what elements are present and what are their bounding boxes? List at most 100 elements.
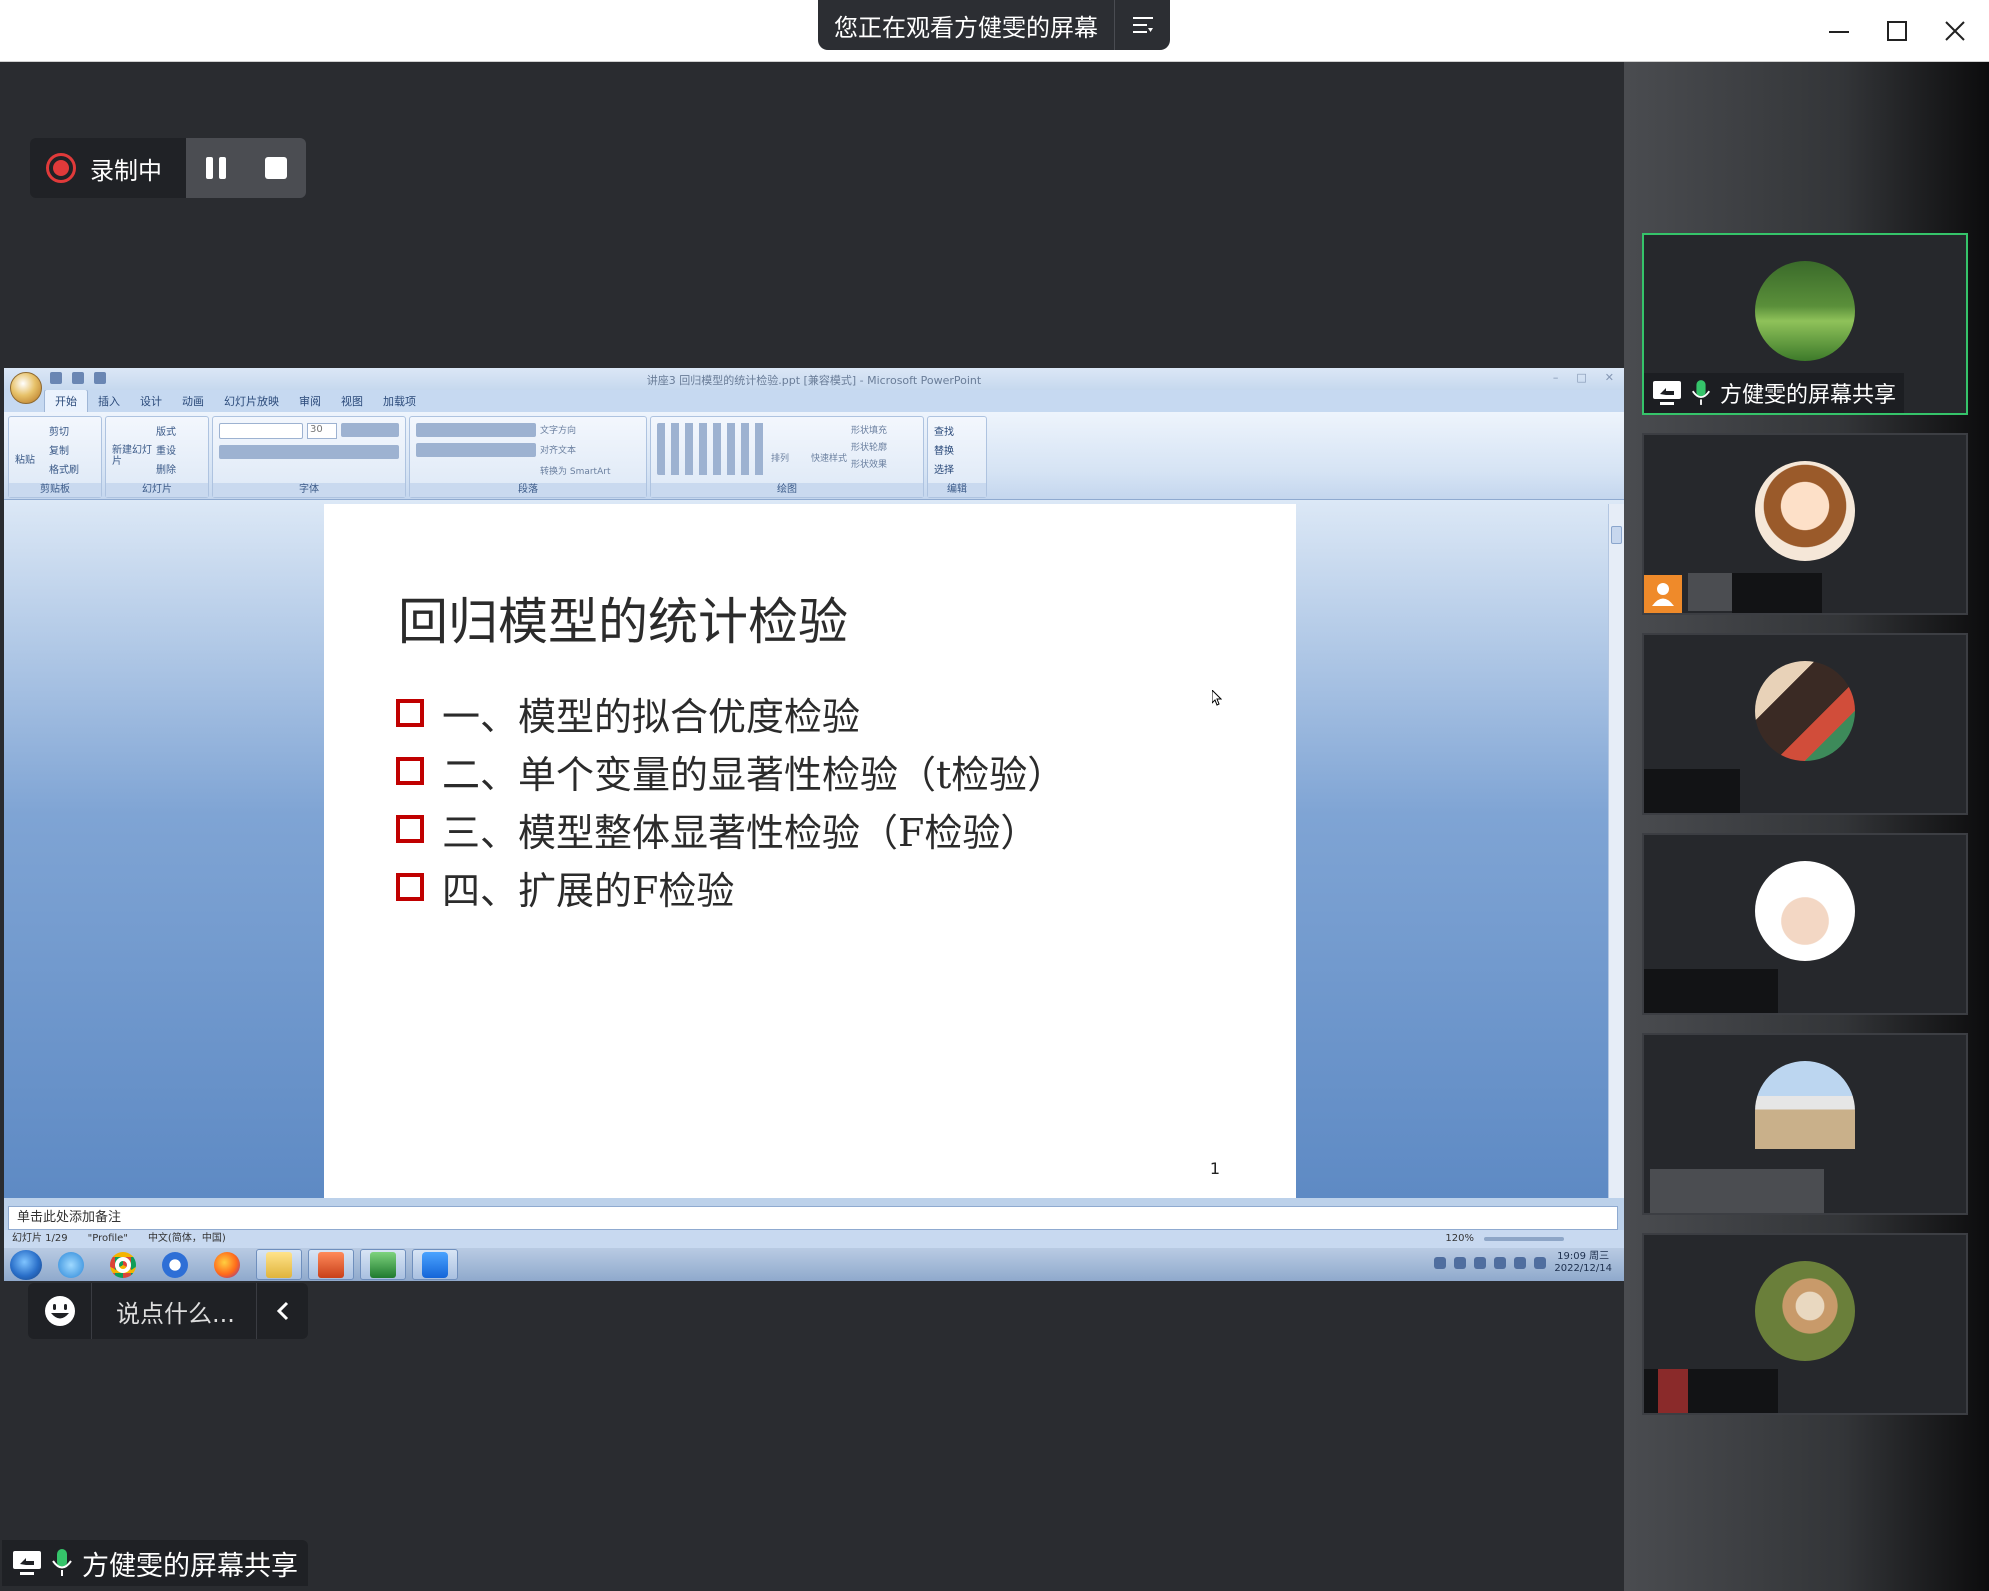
tray-icon[interactable]: [1434, 1257, 1447, 1269]
stop-recording-button[interactable]: [246, 138, 306, 198]
align-text-button[interactable]: 对齐文本: [540, 443, 640, 459]
taskbar-app[interactable]: [152, 1249, 198, 1280]
taskbar-app[interactable]: [308, 1249, 354, 1280]
font-grow-shrink-icons[interactable]: [341, 423, 399, 437]
ribbon-tab[interactable]: 幻灯片放映: [214, 390, 289, 412]
cut-button[interactable]: 剪切: [49, 423, 95, 438]
person-icon: [1644, 575, 1682, 613]
microphone-icon: [1691, 380, 1711, 405]
pause-recording-button[interactable]: [186, 138, 246, 198]
square-bullet-icon: [396, 757, 424, 785]
bullet-text: 二、单个变量的显著性检验（t检验）: [442, 752, 1066, 797]
sharer-label: 方健雯的屏幕共享: [2, 1540, 308, 1586]
chevron-left-icon: [276, 1301, 288, 1321]
participant-tile[interactable]: [1642, 833, 1968, 1015]
banner-menu-button[interactable]: [1114, 0, 1170, 50]
minimize-button[interactable]: [1822, 14, 1856, 48]
pp-minimize-icon[interactable]: –: [1553, 371, 1559, 384]
ribbon-tab[interactable]: 设计: [130, 390, 172, 412]
select-button[interactable]: 选择: [934, 461, 980, 476]
replace-button[interactable]: 替换: [934, 442, 980, 457]
ribbon-tab[interactable]: 插入: [88, 390, 130, 412]
ribbon-group-label: 段落: [410, 483, 646, 497]
font-size-select[interactable]: 30: [307, 423, 337, 439]
pp-maximize-icon[interactable]: □: [1576, 371, 1586, 384]
menu-icon: [1132, 17, 1153, 33]
delete-button[interactable]: 删除: [156, 461, 202, 476]
text-direction-button[interactable]: 文字方向: [540, 423, 640, 439]
participant-name-tag: 方健雯的屏幕共享: [1644, 373, 1905, 413]
participant-tile[interactable]: 方健雯的屏幕共享: [1642, 233, 1968, 415]
participant-tile[interactable]: [1642, 1233, 1968, 1415]
notes-pane[interactable]: 单击此处添加备注: [8, 1206, 1618, 1230]
excel-icon: [370, 1251, 396, 1278]
system-clock[interactable]: 19:09 周三 2022/12/14: [1554, 1251, 1612, 1275]
ribbon-tab[interactable]: 视图: [331, 390, 373, 412]
tray-icon[interactable]: [1454, 1257, 1467, 1269]
taskbar-app[interactable]: [412, 1249, 458, 1280]
close-button[interactable]: [1938, 14, 1972, 48]
office-button[interactable]: [10, 372, 42, 404]
slide-vertical-scrollbar[interactable]: [1608, 504, 1624, 1198]
maximize-button[interactable]: [1880, 14, 1914, 48]
layout-button[interactable]: 版式: [156, 423, 202, 438]
emoji-button[interactable]: [28, 1283, 92, 1339]
zoom-slider[interactable]: [1484, 1237, 1564, 1241]
ribbon-group-label: 编辑: [928, 483, 986, 497]
viewing-banner-text: 您正在观看方健雯的屏幕: [834, 13, 1098, 42]
emoji-icon: [44, 1296, 75, 1326]
recording-label: 录制中: [90, 156, 162, 185]
taskbar-app[interactable]: [204, 1249, 250, 1280]
pp-close-icon[interactable]: ✕: [1605, 371, 1614, 384]
alignment-icons[interactable]: [416, 443, 536, 458]
volume-icon[interactable]: [1534, 1257, 1547, 1269]
arrange-button[interactable]: 排列: [771, 423, 807, 479]
participant-tile[interactable]: [1642, 433, 1968, 615]
shape-outline-button[interactable]: 形状轮廓: [851, 440, 917, 453]
chat-input[interactable]: 说点什么...: [92, 1294, 256, 1329]
slide-bullet: 一、模型的拟合优度检验: [396, 684, 1065, 742]
slide-number: 1: [1209, 1159, 1220, 1178]
ribbon-group-clipboard: 粘贴 剪切 复制 格式刷 剪贴板: [8, 416, 102, 498]
find-button[interactable]: 查找: [934, 423, 980, 438]
redacted-name: [1644, 969, 1778, 1013]
ribbon-tab[interactable]: 开始: [44, 389, 88, 412]
maximize-icon: [1887, 21, 1907, 41]
collapse-chat-button[interactable]: [256, 1283, 308, 1339]
ribbon-tab[interactable]: 审阅: [289, 390, 331, 412]
shapes-gallery[interactable]: [657, 423, 767, 475]
reset-button[interactable]: 重设: [156, 442, 202, 457]
font-name-select[interactable]: [219, 423, 303, 439]
slide-bullet: 二、单个变量的显著性检验（t检验）: [396, 742, 1065, 800]
new-slide-button[interactable]: 新建幻灯片: [112, 423, 152, 479]
shared-screen: 讲座3 回归模型的统计检验.ppt [兼容模式] - Microsoft Pow…: [4, 368, 1624, 1281]
slide-bullet-list[interactable]: 一、模型的拟合优度检验 二、单个变量的显著性检验（t检验） 三、模型整体显著性检…: [396, 684, 1065, 916]
list-icons[interactable]: [416, 423, 536, 437]
participant-tile[interactable]: [1642, 1033, 1968, 1215]
chrome-icon: [110, 1251, 136, 1278]
tray-icon[interactable]: [1474, 1257, 1487, 1269]
ribbon-tab[interactable]: 动画: [172, 390, 214, 412]
smartart-button[interactable]: 转换为 SmartArt: [540, 464, 640, 479]
tray-icon[interactable]: [1494, 1257, 1507, 1269]
shape-fill-button[interactable]: 形状填充: [851, 423, 917, 436]
copy-button[interactable]: 复制: [49, 442, 95, 457]
quick-styles-button[interactable]: 快速样式: [811, 423, 847, 479]
tray-icon[interactable]: [1514, 1257, 1527, 1269]
taskbar-app[interactable]: [100, 1249, 146, 1280]
participant-avatar: [1755, 1261, 1855, 1361]
language: 中文(简体，中国): [147, 1233, 226, 1244]
taskbar-app[interactable]: [48, 1249, 94, 1280]
participant-tile[interactable]: [1642, 633, 1968, 815]
taskbar-app[interactable]: [256, 1249, 302, 1280]
font-format-icons[interactable]: [219, 445, 399, 459]
shape-effects-button[interactable]: 形状效果: [851, 457, 917, 470]
zoom-control[interactable]: 120%: [1445, 1230, 1624, 1248]
format-painter-button[interactable]: 格式刷: [49, 461, 95, 476]
paste-button[interactable]: 粘贴: [15, 423, 45, 479]
start-button[interactable]: [10, 1249, 42, 1280]
slide-title[interactable]: 回归模型的统计检验: [398, 582, 848, 654]
ribbon-tab[interactable]: 加载项: [373, 390, 426, 412]
taskbar-app[interactable]: [360, 1249, 406, 1280]
slide-canvas[interactable]: 回归模型的统计检验 一、模型的拟合优度检验 二、单个变量的显著性检验（t检验） …: [324, 504, 1296, 1198]
